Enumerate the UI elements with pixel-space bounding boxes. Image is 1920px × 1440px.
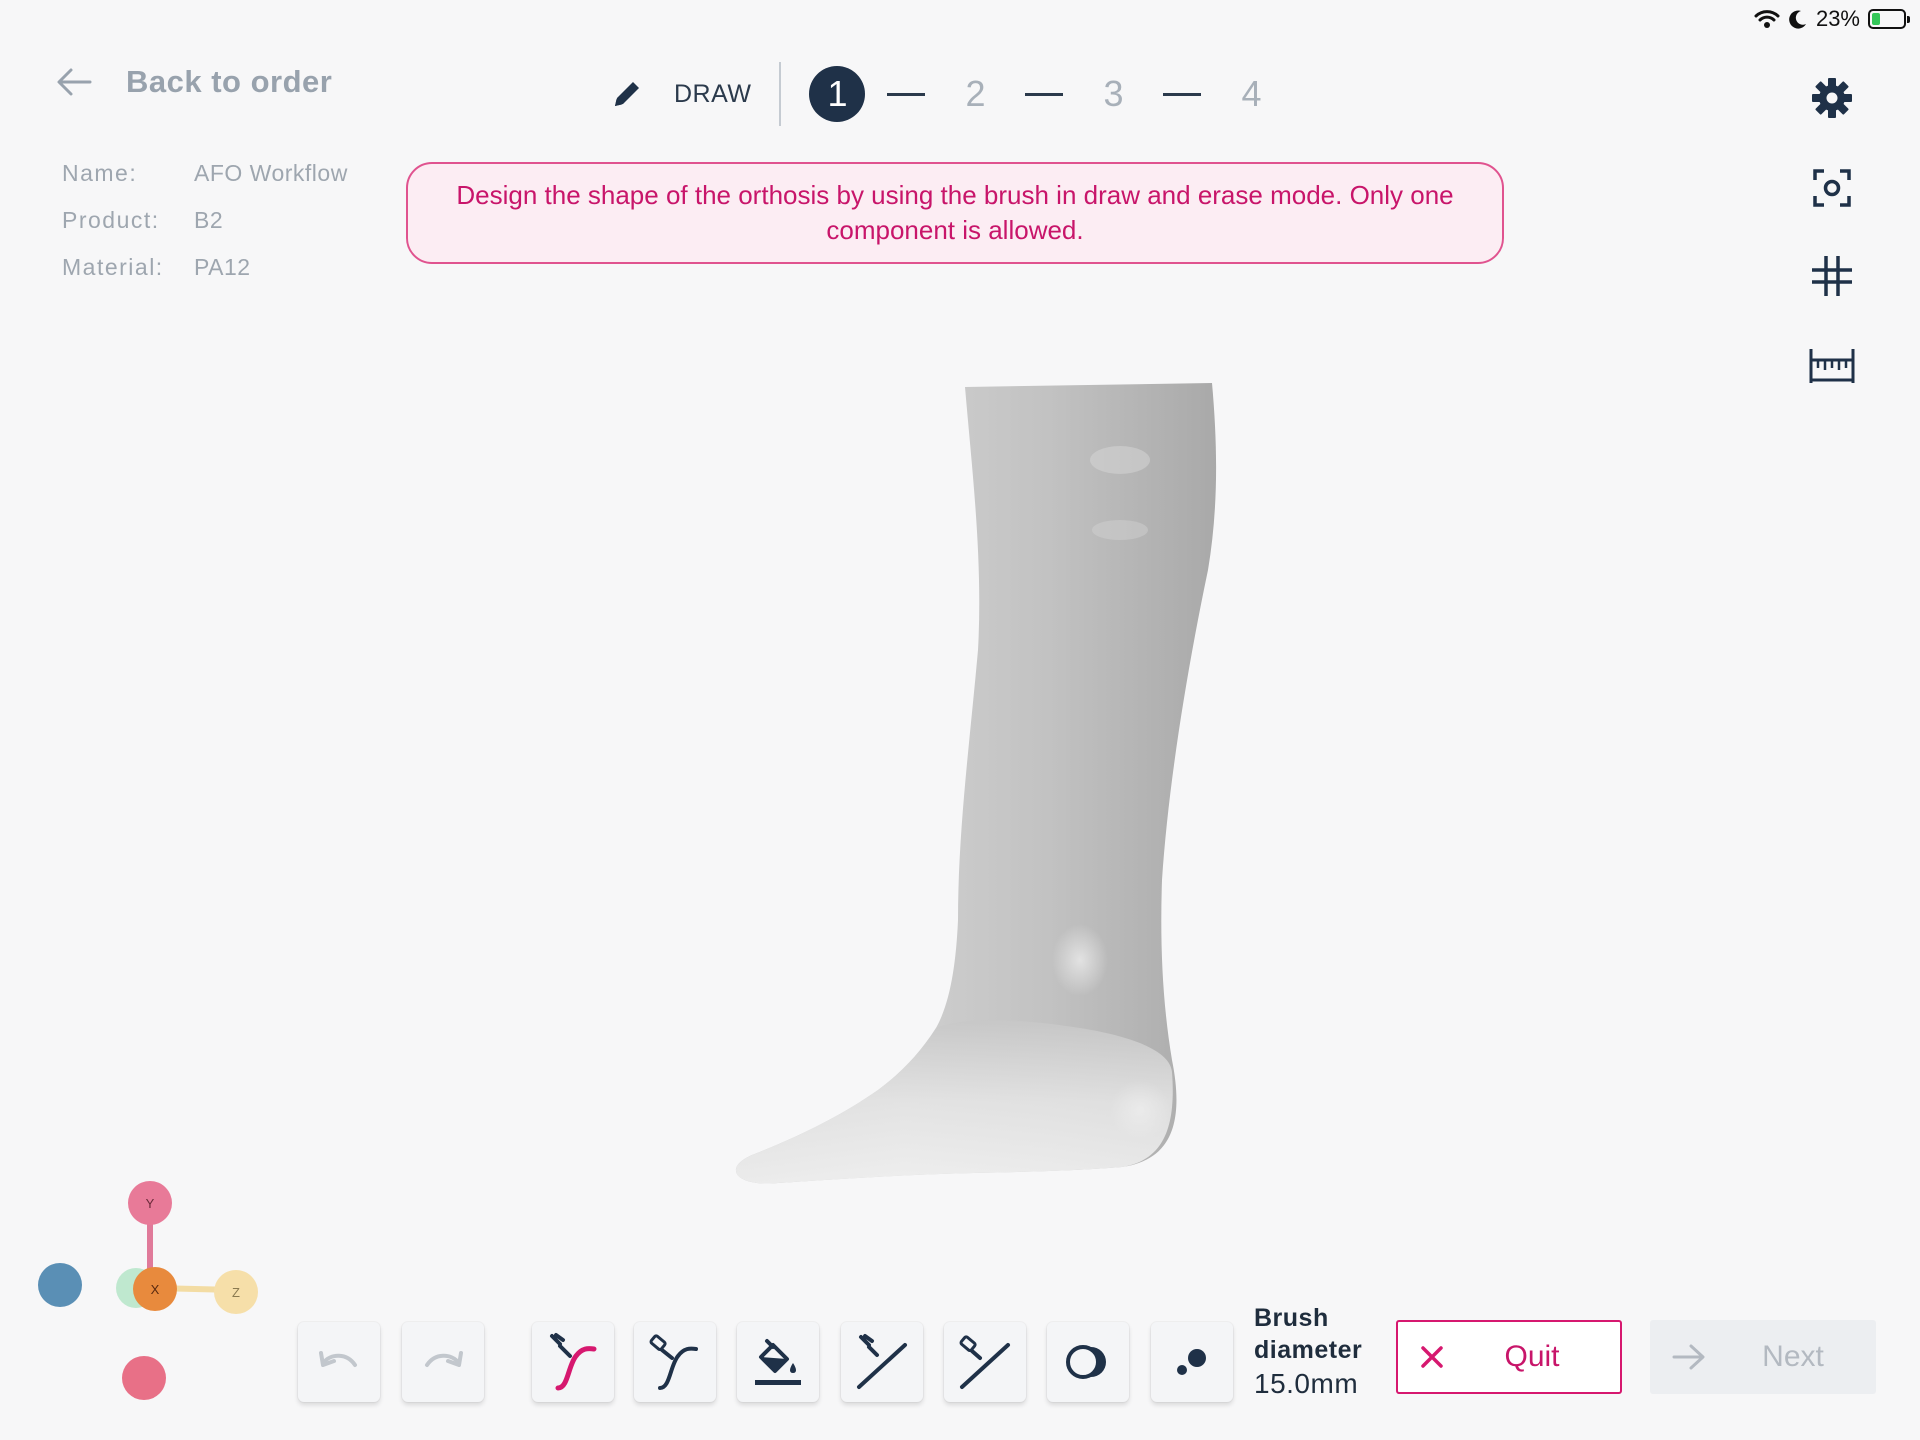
screenshot-icon — [1813, 169, 1851, 207]
axis-gizmo[interactable]: Y X Z — [30, 1175, 270, 1425]
back-to-order-link[interactable]: Back to order — [56, 64, 332, 100]
negative-y-handle[interactable] — [122, 1356, 166, 1400]
product-label: Product: — [62, 207, 160, 233]
erase-curve-button[interactable] — [634, 1322, 716, 1402]
next-label: Next — [1762, 1340, 1824, 1373]
instruction-text: Design the shape of the orthosis by usin… — [456, 180, 1454, 245]
step-4[interactable]: 4 — [1223, 66, 1279, 122]
erase-curve-icon — [649, 1334, 698, 1390]
name-value: AFO Workflow — [194, 160, 348, 186]
order-material-row: Material: PA12 — [62, 244, 348, 291]
brush-diameter-info: Brush diameter 15.0mm — [1254, 1302, 1362, 1400]
stepper-divider — [779, 62, 782, 126]
quit-label: Quit — [1504, 1340, 1560, 1373]
undo-icon — [319, 1351, 357, 1367]
erase-line-button[interactable] — [944, 1322, 1026, 1402]
material-value: PA12 — [194, 254, 251, 280]
next-button[interactable]: Next — [1650, 1320, 1876, 1394]
undo-button[interactable] — [298, 1322, 380, 1402]
close-icon — [1398, 1338, 1466, 1377]
draw-line-icon — [857, 1334, 907, 1389]
settings-button[interactable] — [1808, 74, 1856, 122]
draw-curve-icon — [550, 1333, 597, 1391]
draw-curve-button[interactable] — [532, 1322, 614, 1402]
pencil-icon — [615, 82, 639, 106]
battery-percent: 23% — [1815, 6, 1860, 31]
toggle-view-icon — [1066, 1345, 1106, 1379]
screenshot-button[interactable] — [1808, 164, 1856, 212]
diameter-label: diameter — [1254, 1336, 1363, 1364]
grid-toggle-button[interactable] — [1808, 252, 1856, 300]
z-axis-label: Z — [232, 1285, 240, 1300]
step-2[interactable]: 2 — [947, 66, 1003, 122]
workflow-stepper: DRAW 1 2 3 4 — [610, 62, 1279, 126]
step-connector — [887, 92, 926, 96]
arrow-left-icon — [57, 68, 92, 96]
order-info: Name: AFO Workflow Product: B2 Material:… — [62, 150, 348, 291]
brush-label: Brush — [1254, 1304, 1329, 1332]
fill-icon — [755, 1339, 801, 1385]
measure-button[interactable] — [1808, 342, 1856, 390]
leg-3d-model[interactable] — [640, 360, 1260, 1220]
negative-x-handle[interactable] — [38, 1263, 82, 1307]
battery-icon — [1868, 9, 1910, 29]
status-bar: 23% — [1754, 4, 1910, 34]
quit-button[interactable]: Quit — [1396, 1320, 1622, 1394]
x-axis-label: X — [151, 1282, 160, 1297]
arrow-right-icon — [1650, 1343, 1728, 1371]
wifi-icon — [1754, 10, 1780, 28]
fill-button[interactable] — [737, 1322, 819, 1402]
erase-line-icon — [959, 1335, 1010, 1389]
instruction-banner: Design the shape of the orthosis by usin… — [406, 162, 1504, 264]
order-name-row: Name: AFO Workflow — [62, 150, 348, 197]
draw-line-button[interactable] — [841, 1322, 923, 1402]
grid-icon — [1812, 256, 1852, 296]
toggle-view-button[interactable] — [1047, 1322, 1129, 1402]
step-connector — [1025, 92, 1064, 96]
order-product-row: Product: B2 — [62, 197, 348, 244]
gear-icon — [1812, 78, 1852, 118]
product-value: B2 — [194, 207, 224, 233]
step-connector — [1163, 92, 1202, 96]
points-icon — [1177, 1349, 1206, 1375]
step-1[interactable]: 1 — [809, 66, 866, 122]
name-label: Name: — [62, 160, 138, 186]
points-button[interactable] — [1151, 1322, 1233, 1402]
back-to-order-label: Back to order — [126, 64, 333, 99]
redo-button[interactable] — [402, 1322, 484, 1402]
redo-icon — [425, 1351, 463, 1367]
moon-icon — [1789, 10, 1806, 29]
y-axis-label: Y — [146, 1196, 155, 1211]
brush-diameter-value[interactable]: 15.0mm — [1254, 1368, 1362, 1400]
mode-label: DRAW — [674, 79, 752, 108]
ruler-icon — [1809, 349, 1855, 383]
material-label: Material: — [62, 254, 164, 280]
step-3[interactable]: 3 — [1085, 66, 1141, 122]
